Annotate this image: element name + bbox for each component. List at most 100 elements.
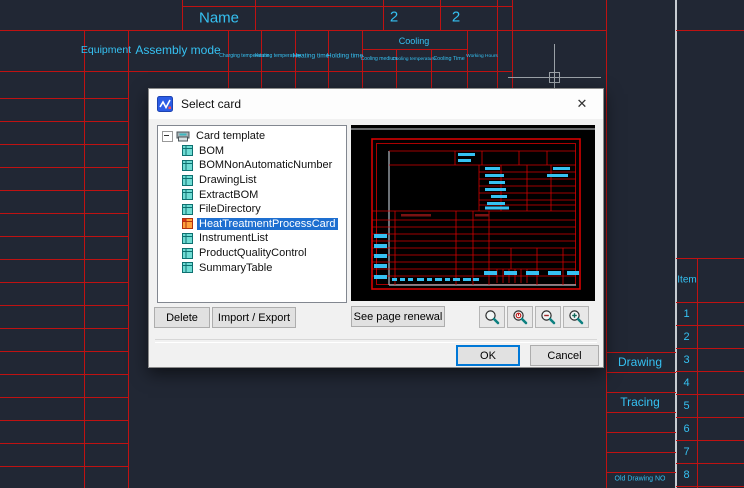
tree-item[interactable]: BOM <box>158 144 346 159</box>
grid-line <box>676 258 744 259</box>
card-icon <box>182 175 193 186</box>
old-drawing-no-label: Old Drawing NO <box>615 476 666 483</box>
item-row: 3 <box>676 348 697 371</box>
grid-line <box>182 6 512 7</box>
tree-item-label: BOMNonAutomaticNumber <box>197 159 334 171</box>
drawing-label: Drawing <box>618 355 662 369</box>
card-icon <box>182 248 193 259</box>
heating-time-header: Heating time <box>293 53 330 60</box>
tree-root[interactable]: Card template <box>158 129 346 144</box>
grid-line <box>467 30 468 95</box>
card-icon <box>182 262 193 273</box>
app-icon <box>157 96 173 112</box>
card-icon <box>182 233 193 244</box>
name-label: Name <box>199 10 239 27</box>
card-preview-drawing <box>351 125 595 301</box>
grid-line <box>228 30 229 95</box>
tree-item[interactable]: BOMNonAutomaticNumber <box>158 158 346 173</box>
assembly-mode-header: Assembly mode <box>135 43 220 57</box>
tree-item[interactable]: ProductQualityControl <box>158 246 346 261</box>
grid-line <box>497 0 498 95</box>
card-icon <box>182 204 193 215</box>
grid-line <box>0 71 512 72</box>
zoom-previous-button[interactable] <box>507 306 533 328</box>
holding-time-header: Holding time <box>327 53 363 60</box>
tree-item-label: FileDirectory <box>197 203 263 215</box>
grid-line <box>362 49 467 50</box>
zoom-window-button[interactable] <box>479 306 505 328</box>
zoom-in-icon <box>568 309 584 325</box>
name-value-1: 2 <box>390 9 398 26</box>
tracing-label: Tracing <box>620 395 660 409</box>
name-value-2: 2 <box>452 9 460 26</box>
card-icon <box>182 145 193 156</box>
grid-line <box>328 30 329 95</box>
zoom-out-button[interactable] <box>535 306 561 328</box>
grid-line <box>128 30 129 488</box>
cancel-button[interactable]: Cancel <box>530 345 599 366</box>
item-row: 4 <box>676 371 697 394</box>
row-grid <box>0 76 128 488</box>
grid-line <box>440 0 441 30</box>
grid-line <box>512 0 513 95</box>
tree-item-label: ExtractBOM <box>197 189 260 201</box>
grid-line <box>606 472 676 473</box>
separator <box>155 339 597 343</box>
close-icon[interactable]: ✕ <box>561 89 603 119</box>
tree-item-label: DrawingList <box>197 174 258 186</box>
grid-line <box>255 0 256 30</box>
tree-item[interactable]: SummaryTable <box>158 260 346 275</box>
grid-line <box>383 0 384 30</box>
zoom-out-icon <box>540 309 556 325</box>
grid-line <box>362 30 363 95</box>
tree-item-label: BOM <box>197 145 226 157</box>
grid-line <box>261 30 262 95</box>
item-row: 6 <box>676 417 697 440</box>
dialog-titlebar[interactable]: Select card ✕ <box>149 89 603 119</box>
grid-line <box>182 0 183 30</box>
card-icon <box>182 160 193 171</box>
tree-item[interactable]: InstrumentList <box>158 231 346 246</box>
item-header: Item <box>677 275 696 286</box>
crosshair-pickbox <box>549 72 560 83</box>
item-row: 8 <box>676 463 697 486</box>
tree-item-selected[interactable]: HeatTreatmentProcessCard <box>158 217 346 232</box>
tree-item-label: ProductQualityControl <box>197 247 309 259</box>
ok-button[interactable]: OK <box>456 345 520 366</box>
item-row: 5 <box>676 394 697 417</box>
card-preview <box>351 125 595 301</box>
zoom-window-icon <box>484 309 500 325</box>
collapse-icon[interactable] <box>162 131 173 142</box>
cooling-temp-header: Cooling temperature <box>392 57 436 62</box>
tree-item[interactable]: FileDirectory <box>158 202 346 217</box>
card-icon-selected <box>182 218 193 229</box>
zoom-in-button[interactable] <box>563 306 589 328</box>
delete-button[interactable]: Delete <box>154 307 210 328</box>
tree-item-label: HeatTreatmentProcessCard <box>197 218 338 230</box>
tree-item[interactable]: DrawingList <box>158 173 346 188</box>
item-row: 1 <box>676 302 697 325</box>
card-template-tree[interactable]: Card template BOM BOMNonAutomaticNumber … <box>157 125 347 303</box>
import-export-button[interactable]: Import / Export <box>212 307 296 328</box>
card-template-icon <box>176 131 190 142</box>
select-card-dialog: Select card ✕ Card template BOM BO <box>148 88 604 368</box>
card-icon <box>182 189 193 200</box>
zoom-previous-icon <box>512 309 528 325</box>
tree-item-label: SummaryTable <box>197 262 274 274</box>
item-number-column: 1 2 3 4 5 6 7 8 <box>676 302 697 488</box>
tree-item[interactable]: ExtractBOM <box>158 187 346 202</box>
equipment-header: Equipment <box>81 44 131 56</box>
tree-item-label: InstrumentList <box>197 232 270 244</box>
cooling-time-header: Cooling Time <box>433 56 465 61</box>
see-page-renewal-button[interactable]: See page renewal <box>351 306 445 327</box>
item-row: 2 <box>676 325 697 348</box>
cooling-header: Cooling <box>399 36 430 46</box>
tree-root-label: Card template <box>194 130 267 142</box>
dialog-title: Select card <box>181 97 241 111</box>
label-row-grid <box>606 352 676 472</box>
grid-line <box>0 30 606 31</box>
working-hours-header: Working Hours <box>466 54 498 59</box>
grid-line <box>676 30 744 31</box>
item-row: 7 <box>676 440 697 463</box>
cad-canvas: Name 2 2 Equipment Assembly mode Chargin… <box>0 0 744 488</box>
